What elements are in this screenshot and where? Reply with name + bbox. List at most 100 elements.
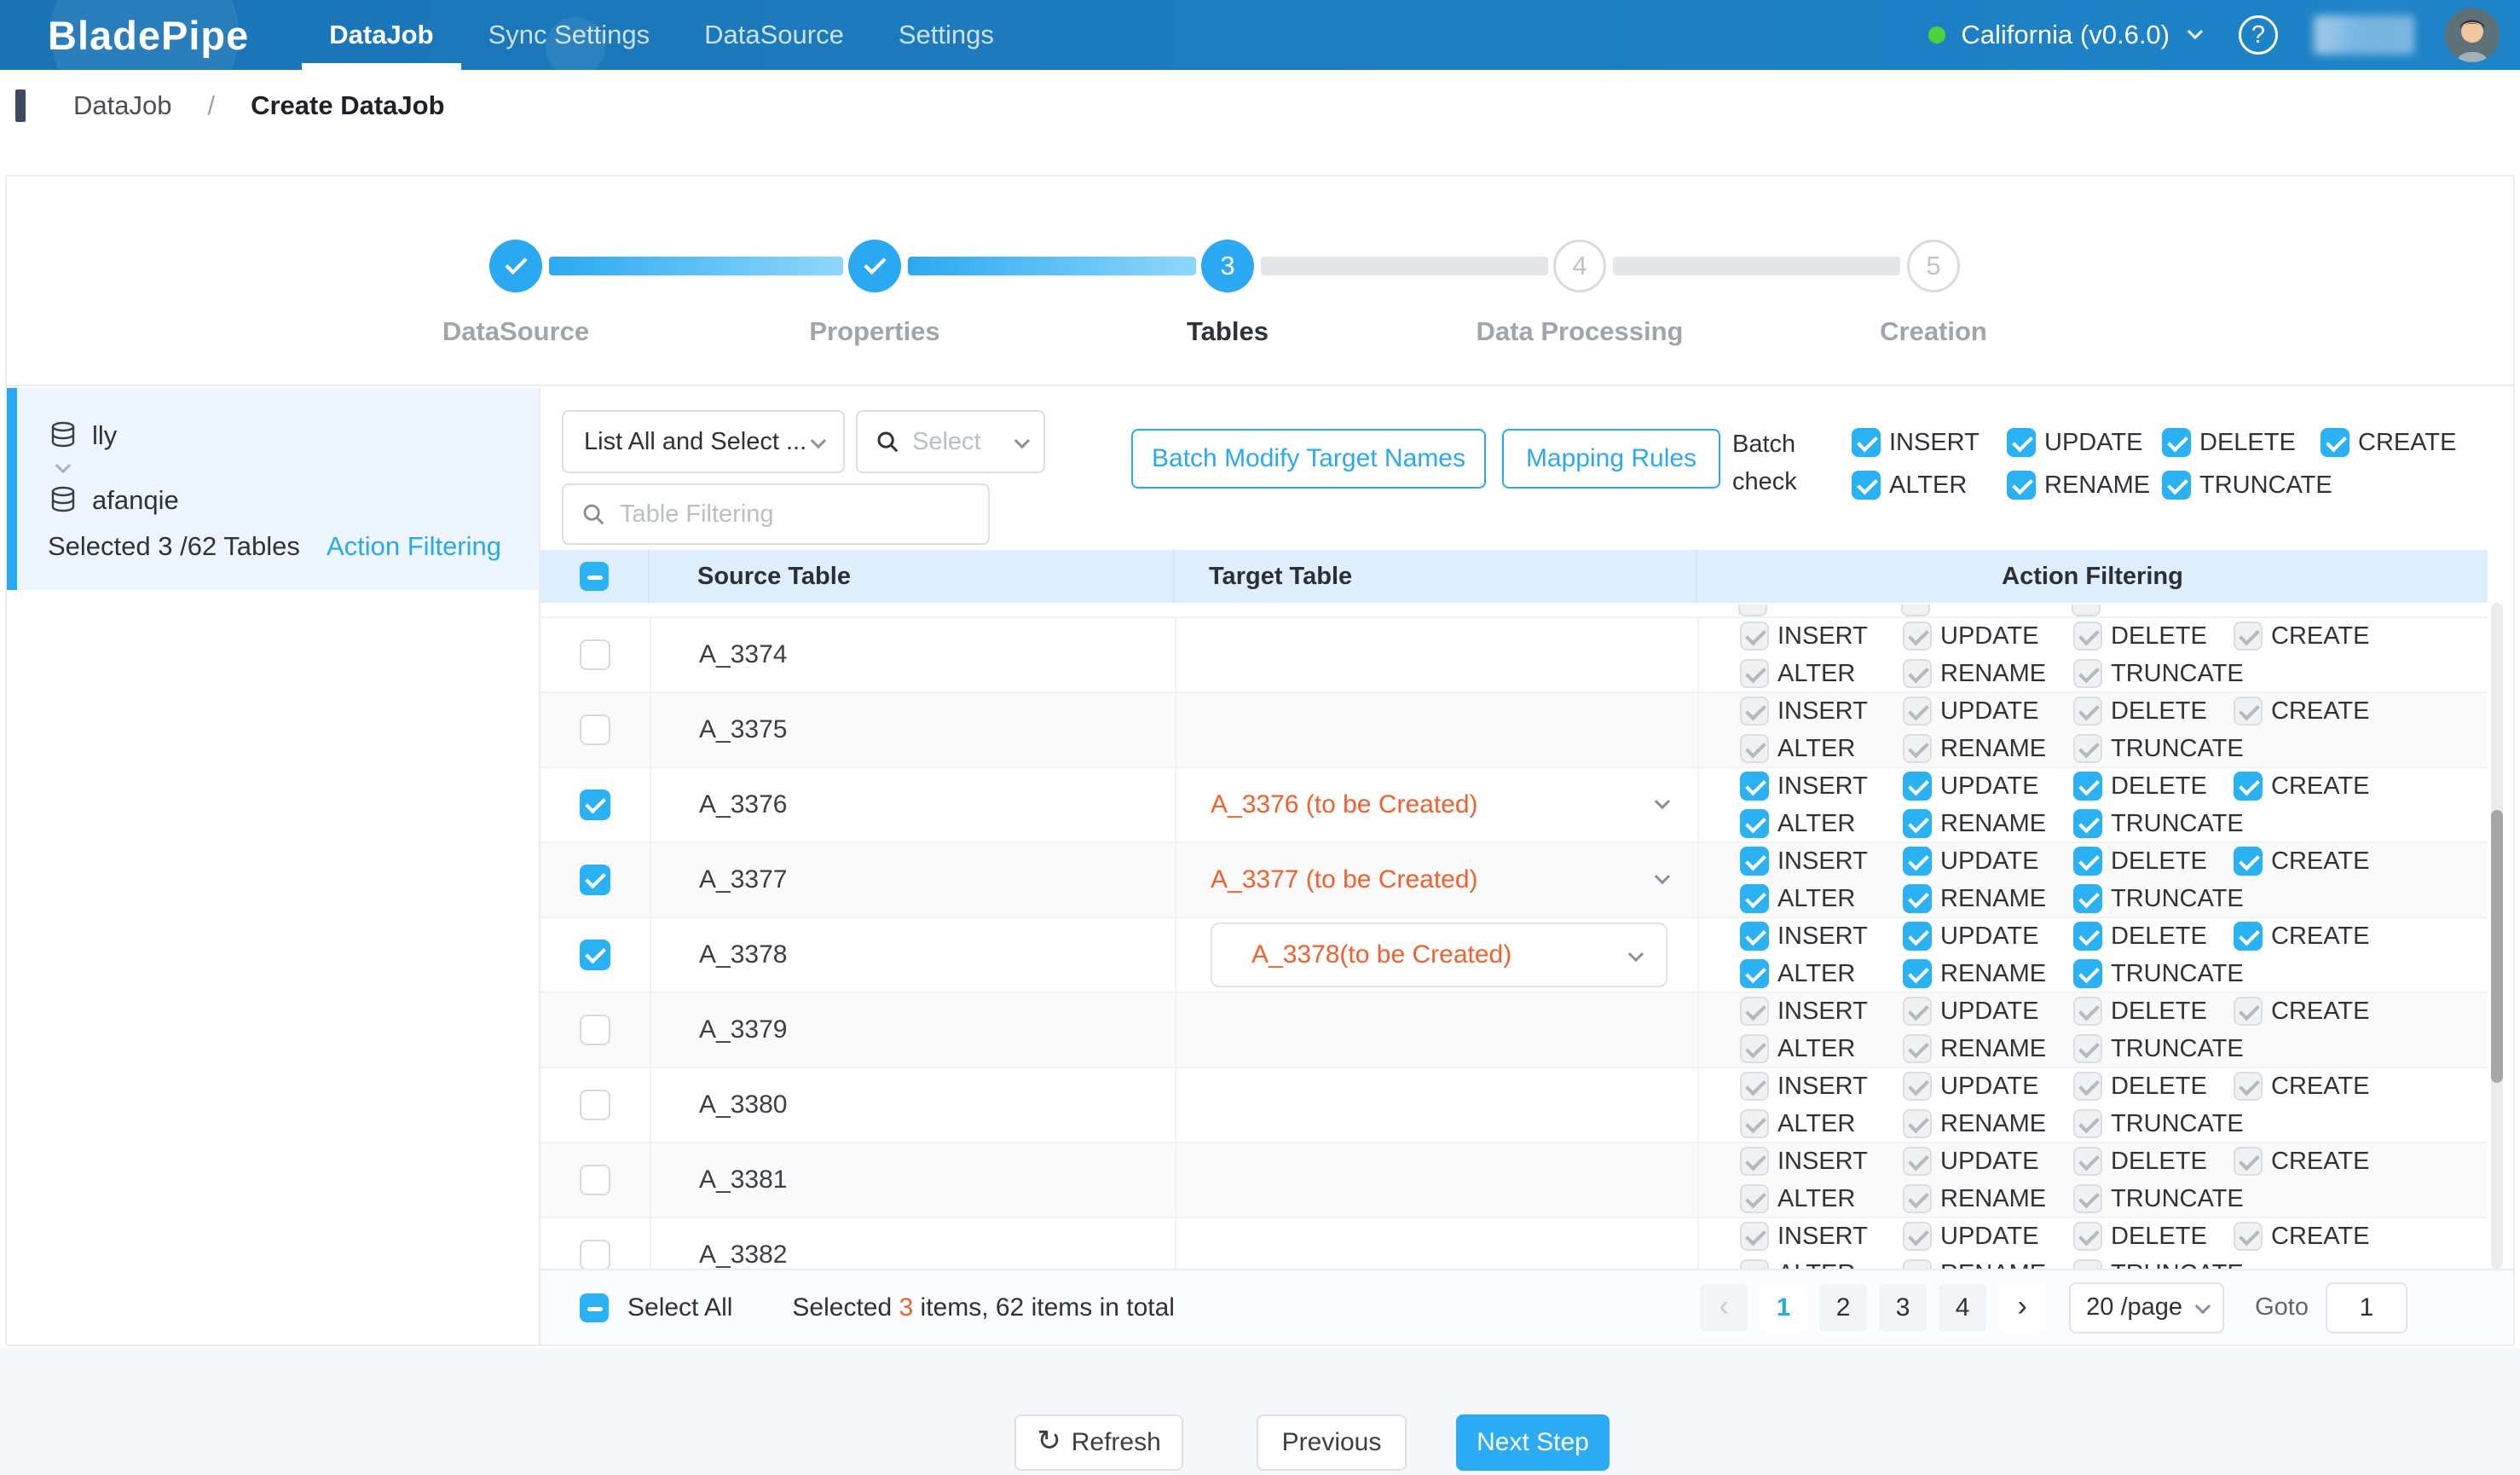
help-icon[interactable]: ? <box>2239 15 2278 55</box>
row-action-delete[interactable]: DELETE <box>2073 772 2234 801</box>
checkbox-checked-icon[interactable] <box>1740 772 1769 801</box>
checkbox-checked-icon[interactable] <box>1740 884 1769 913</box>
row-action-insert[interactable]: INSERT <box>1740 922 1903 951</box>
table-filter-input[interactable] <box>620 500 971 529</box>
select-all-label[interactable]: Select All <box>627 1293 732 1322</box>
select-all-checkbox-indeterminate[interactable] <box>580 1293 609 1322</box>
chevron-down-icon[interactable] <box>1656 797 1667 813</box>
chevron-down-icon[interactable] <box>1656 872 1667 888</box>
previous-button[interactable]: Previous <box>1257 1414 1407 1471</box>
row-action-create[interactable]: CREATE <box>2234 772 2370 801</box>
row-action-alter[interactable]: ALTER <box>1740 884 1903 913</box>
region-version-label[interactable]: California (v0.6.0) <box>1961 20 2170 50</box>
row-checkbox-checked[interactable] <box>580 940 610 970</box>
checkbox-checked-icon[interactable] <box>2073 809 2102 838</box>
db-pair-item-selected[interactable]: lly afanqie Selected 3 /62 Tables Acti <box>7 388 539 590</box>
checkbox-checked-icon[interactable] <box>1852 471 1881 500</box>
table-scrollbar-thumb[interactable] <box>2491 810 2503 1083</box>
chevron-down-icon[interactable] <box>2188 23 2203 38</box>
checkbox-checked-icon[interactable] <box>2234 922 2263 951</box>
row-action-update[interactable]: UPDATE <box>1903 772 2073 801</box>
batch-action-delete[interactable]: DELETE <box>2162 427 2321 458</box>
username-redacted[interactable] <box>2314 15 2414 55</box>
page-next-button[interactable]: › <box>1998 1284 2046 1332</box>
table-scrollbar[interactable] <box>2491 603 2503 1269</box>
mapping-rules-button[interactable]: Mapping Rules <box>1502 429 1720 489</box>
list-mode-select[interactable]: List All and Select ... <box>562 410 845 473</box>
menu-item-settings[interactable]: Settings <box>871 0 1021 70</box>
row-action-rename[interactable]: RENAME <box>1903 959 2073 988</box>
row-action-truncate[interactable]: TRUNCATE <box>2073 884 2234 913</box>
breadcrumb-parent[interactable]: DataJob <box>73 90 171 121</box>
checkbox-checked-icon[interactable] <box>2321 428 2349 457</box>
batch-modify-target-names-button[interactable]: Batch Modify Target Names <box>1131 429 1486 489</box>
row-action-create[interactable]: CREATE <box>2234 922 2370 951</box>
page-button-2[interactable]: 2 <box>1819 1284 1867 1332</box>
row-action-truncate[interactable]: TRUNCATE <box>2073 809 2234 838</box>
row-action-insert[interactable]: INSERT <box>1740 847 1903 876</box>
checkbox-checked-icon[interactable] <box>1903 772 1932 801</box>
action-filtering-link[interactable]: Action Filtering <box>327 531 501 562</box>
checkbox-checked-icon[interactable] <box>1740 959 1769 988</box>
checkbox-checked-icon[interactable] <box>2073 847 2102 876</box>
row-action-insert[interactable]: INSERT <box>1740 772 1903 801</box>
row-checkbox-checked[interactable] <box>580 790 610 820</box>
batch-action-update[interactable]: UPDATE <box>2007 427 2162 458</box>
batch-action-alter[interactable]: ALTER <box>1852 470 2007 500</box>
column-select[interactable]: Select <box>856 410 1045 473</box>
batch-action-insert[interactable]: INSERT <box>1852 427 2007 458</box>
row-checkbox[interactable] <box>580 1165 610 1195</box>
row-action-alter[interactable]: ALTER <box>1740 959 1903 988</box>
checkbox-checked-icon[interactable] <box>1903 922 1932 951</box>
batch-action-truncate[interactable]: TRUNCATE <box>2162 470 2321 500</box>
checkbox-checked-icon[interactable] <box>1740 809 1769 838</box>
page-prev-button[interactable]: ‹ <box>1700 1284 1748 1332</box>
checkbox-checked-icon[interactable] <box>2073 884 2102 913</box>
target-table-select[interactable]: A_3378(to be Created) <box>1211 923 1667 987</box>
row-action-update[interactable]: UPDATE <box>1903 847 2073 876</box>
menu-item-datajob[interactable]: DataJob <box>302 0 460 70</box>
row-checkbox[interactable] <box>580 639 610 670</box>
row-checkbox[interactable] <box>580 1090 610 1120</box>
batch-action-create[interactable]: CREATE <box>2321 427 2457 458</box>
checkbox-checked-icon[interactable] <box>2234 772 2263 801</box>
menu-item-datasource[interactable]: DataSource <box>677 0 871 70</box>
checkbox-checked-icon[interactable] <box>2007 471 2036 500</box>
checkbox-checked-icon[interactable] <box>1903 959 1932 988</box>
checkbox-checked-icon[interactable] <box>1740 922 1769 951</box>
select-all-checkbox-indeterminate[interactable] <box>580 562 609 591</box>
avatar[interactable] <box>2445 8 2500 62</box>
checkbox-checked-icon[interactable] <box>1903 884 1932 913</box>
row-action-alter[interactable]: ALTER <box>1740 809 1903 838</box>
checkbox-checked-icon[interactable] <box>2162 428 2191 457</box>
menu-item-sync-settings[interactable]: Sync Settings <box>461 0 678 70</box>
checkbox-checked-icon[interactable] <box>1852 428 1881 457</box>
checkbox-checked-icon[interactable] <box>2162 471 2191 500</box>
app-logo[interactable]: BladePipe <box>48 0 249 70</box>
checkbox-checked-icon[interactable] <box>1903 847 1932 876</box>
row-checkbox[interactable] <box>580 1015 610 1045</box>
row-action-update[interactable]: UPDATE <box>1903 922 2073 951</box>
row-action-rename[interactable]: RENAME <box>1903 884 2073 913</box>
checkbox-checked-icon[interactable] <box>1740 847 1769 876</box>
checkbox-checked-icon[interactable] <box>2073 922 2102 951</box>
row-action-delete[interactable]: DELETE <box>2073 847 2234 876</box>
checkbox-checked-icon[interactable] <box>1903 809 1932 838</box>
row-action-truncate[interactable]: TRUNCATE <box>2073 959 2234 988</box>
goto-page-input[interactable] <box>2326 1282 2407 1333</box>
page-button-1[interactable]: 1 <box>1760 1284 1807 1332</box>
checkbox-checked-icon[interactable] <box>2073 772 2102 801</box>
checkbox-checked-icon[interactable] <box>2234 847 2263 876</box>
next-step-button[interactable]: Next Step <box>1456 1414 1610 1471</box>
batch-action-rename[interactable]: RENAME <box>2007 470 2162 500</box>
refresh-button[interactable]: ↻Refresh <box>1014 1414 1183 1471</box>
row-action-delete[interactable]: DELETE <box>2073 922 2234 951</box>
row-checkbox-checked[interactable] <box>580 865 610 895</box>
row-action-rename[interactable]: RENAME <box>1903 809 2073 838</box>
row-checkbox[interactable] <box>580 714 610 745</box>
page-size-select[interactable]: 20 /page <box>2069 1282 2224 1333</box>
row-action-create[interactable]: CREATE <box>2234 847 2370 876</box>
checkbox-checked-icon[interactable] <box>2007 428 2036 457</box>
page-button-4[interactable]: 4 <box>1939 1284 1986 1332</box>
page-button-3[interactable]: 3 <box>1879 1284 1927 1332</box>
